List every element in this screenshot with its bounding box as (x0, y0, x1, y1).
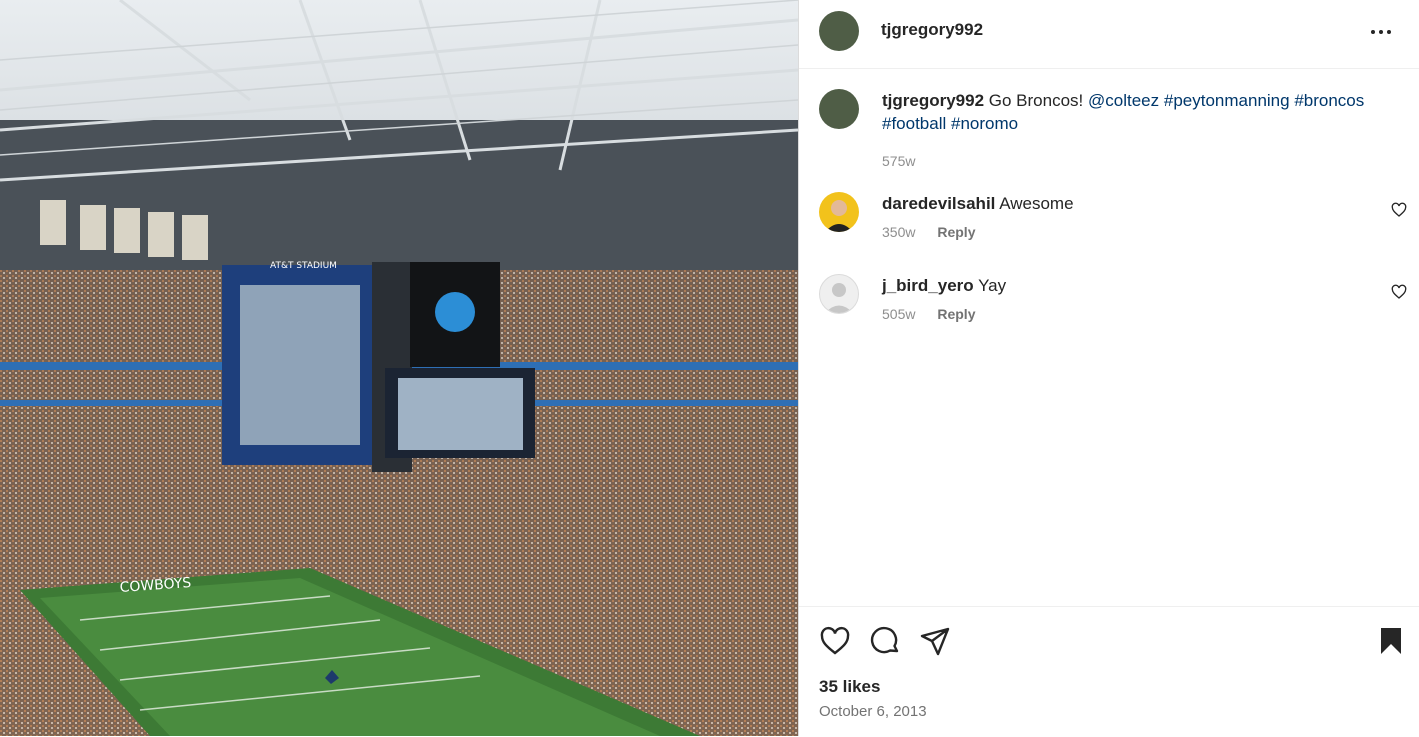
comment-username[interactable]: j_bird_yero (882, 276, 974, 295)
tag-link[interactable]: #peytonmanning (1164, 91, 1290, 110)
reply-button[interactable]: Reply (937, 224, 975, 240)
tag-link[interactable]: #football (882, 114, 946, 133)
caption: tjgregory992 Go Broncos! @colteez #peyto… (882, 89, 1392, 169)
comment-like-icon[interactable] (1391, 284, 1407, 300)
post-sidebar: tjgregory992 tjgregory992 Go Broncos! @c… (798, 0, 1419, 736)
comment-time: 350w (882, 224, 916, 240)
heart-icon[interactable] (819, 625, 851, 657)
author-username[interactable]: tjgregory992 (881, 20, 983, 40)
comment: daredevilsahil Awesome 350w Reply (882, 192, 1362, 240)
bookmark-icon[interactable] (1375, 625, 1407, 657)
person-icon (825, 200, 853, 232)
action-bar: 35 likes October 6, 2013 (799, 606, 1419, 737)
tag-link[interactable]: @colteez (1088, 91, 1159, 110)
post-header: tjgregory992 (799, 0, 1419, 69)
more-icon[interactable] (1367, 18, 1395, 46)
comment-like-icon[interactable] (1391, 202, 1407, 218)
comment-text: Yay (978, 276, 1007, 295)
caption-avatar[interactable] (819, 89, 859, 129)
board-text: AT&T STADIUM (270, 261, 337, 271)
person-icon (825, 283, 853, 313)
comment-time: 505w (882, 306, 916, 322)
comment: j_bird_yero Yay 505w Reply (882, 274, 1362, 322)
commenter-avatar[interactable] (819, 192, 859, 232)
caption-username[interactable]: tjgregory992 (882, 91, 984, 110)
tag-link[interactable]: #noromo (951, 114, 1018, 133)
comment-icon[interactable] (869, 625, 901, 657)
comment-username[interactable]: daredevilsahil (882, 194, 995, 213)
stadium-photo: COWBOYS AT&T STADIUM (0, 0, 798, 736)
caption-time: 575w (882, 153, 916, 169)
share-icon[interactable] (919, 625, 951, 657)
commenter-avatar[interactable] (819, 274, 859, 314)
comment-text: Awesome (999, 194, 1074, 213)
like-count[interactable]: 35 likes (819, 677, 880, 697)
reply-button[interactable]: Reply (937, 306, 975, 322)
tag-link[interactable]: #broncos (1294, 91, 1364, 110)
post-photo[interactable]: COWBOYS AT&T STADIUM (0, 0, 798, 736)
author-avatar[interactable] (819, 11, 859, 51)
post-date: October 6, 2013 (819, 703, 927, 720)
caption-text: Go Broncos! (988, 91, 1084, 110)
